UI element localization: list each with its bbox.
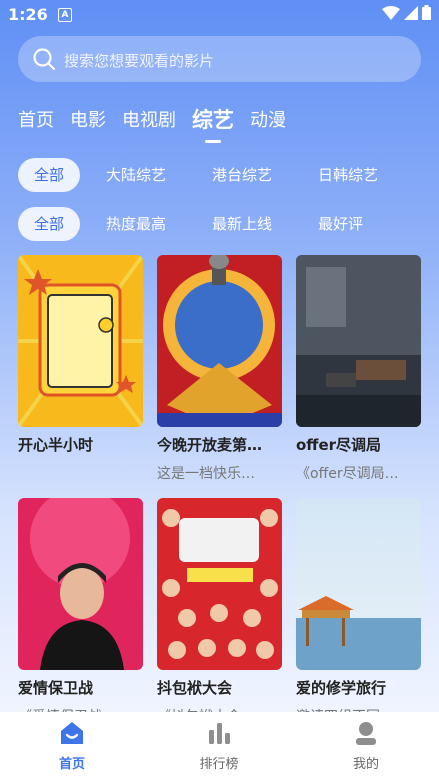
show-poster	[157, 498, 282, 670]
filter-region-mainland[interactable]: 大陆综艺	[90, 158, 182, 192]
show-poster	[18, 255, 143, 427]
show-title: 爱的修学旅行	[296, 679, 387, 697]
tab-home[interactable]: 首页	[18, 106, 54, 134]
filter-sort-top-rated[interactable]: 最好评	[302, 207, 379, 241]
category-tabs: 首页 电影 电视剧 综艺 动漫	[18, 104, 302, 143]
show-description: 这是一档快乐…	[157, 466, 255, 482]
filter-region-all[interactable]: 全部	[18, 158, 81, 192]
bar-chart-icon	[209, 723, 230, 744]
active-tab-indicator	[205, 140, 221, 143]
wifi-icon	[382, 5, 400, 20]
tab-anime[interactable]: 动漫	[250, 106, 286, 134]
filter-sort-all[interactable]: 全部	[18, 207, 81, 241]
poster-image	[157, 255, 282, 427]
search-placeholder: 搜索您想要观看的影片	[64, 52, 215, 70]
person-icon	[356, 722, 376, 745]
poster-image	[157, 498, 282, 670]
poster-image	[18, 255, 143, 427]
show-title: 开心半小时	[18, 436, 94, 454]
poster-image	[296, 255, 421, 427]
show-card[interactable]: 今晚开放麦第… 这是一档快乐…	[157, 255, 282, 483]
tab-tv-series[interactable]: 电视剧	[122, 106, 176, 134]
show-poster	[18, 498, 143, 670]
show-title: offer尽调局	[296, 436, 382, 454]
show-poster	[296, 255, 421, 427]
nav-mine-label: 我的	[352, 757, 379, 772]
show-card[interactable]: 爱的修学旅行 邀请四组不同	[296, 498, 421, 726]
show-card[interactable]: 爱情保卫战 《爱情保卫战	[18, 498, 143, 726]
tab-movies[interactable]: 电影	[70, 106, 106, 134]
tab-variety[interactable]: 综艺	[192, 104, 234, 143]
nav-rankings[interactable]: 排行榜	[179, 720, 259, 772]
nav-mine[interactable]: 我的	[326, 720, 406, 772]
home-icon	[61, 722, 83, 744]
search-bar[interactable]: 搜索您想要观看的影片	[18, 36, 421, 82]
show-card[interactable]: offer尽调局 《offer尽调局…	[296, 255, 421, 483]
filter-sort-hottest[interactable]: 热度最高	[90, 207, 182, 241]
show-poster	[296, 498, 421, 670]
show-title: 爱情保卫战	[18, 679, 94, 697]
status-icons	[382, 5, 431, 20]
region-filter-row: 全部 大陆综艺 港台综艺 日韩综艺	[18, 158, 404, 192]
nav-rankings-label: 排行榜	[199, 757, 239, 772]
battery-icon	[422, 5, 431, 20]
show-card[interactable]: 抖包袱大会 《抖包袱大会	[157, 498, 282, 726]
show-poster	[157, 255, 282, 427]
filter-sort-newest[interactable]: 最新上线	[196, 207, 288, 241]
status-bar: 1:26 A	[0, 0, 439, 30]
show-description: 《offer尽调局…	[296, 466, 399, 482]
notification-icon: A	[58, 8, 72, 22]
nav-home-label: 首页	[58, 757, 85, 772]
signal-icon	[404, 5, 418, 20]
show-title: 抖包袱大会	[157, 679, 233, 697]
poster-image	[296, 498, 421, 670]
poster-image	[18, 498, 143, 670]
status-time: 1:26	[8, 5, 48, 24]
filter-region-jp-kr[interactable]: 日韩综艺	[302, 158, 394, 192]
nav-home[interactable]: 首页	[32, 720, 112, 772]
show-card[interactable]: 开心半小时	[18, 255, 143, 463]
show-title: 今晚开放麦第…	[157, 436, 263, 454]
filter-region-hk-tw[interactable]: 港台综艺	[196, 158, 288, 192]
bottom-navigation: 首页 排行榜 我的	[0, 712, 439, 782]
sort-filter-row: 全部 热度最高 最新上线 最好评	[18, 207, 389, 241]
search-icon	[33, 48, 56, 71]
